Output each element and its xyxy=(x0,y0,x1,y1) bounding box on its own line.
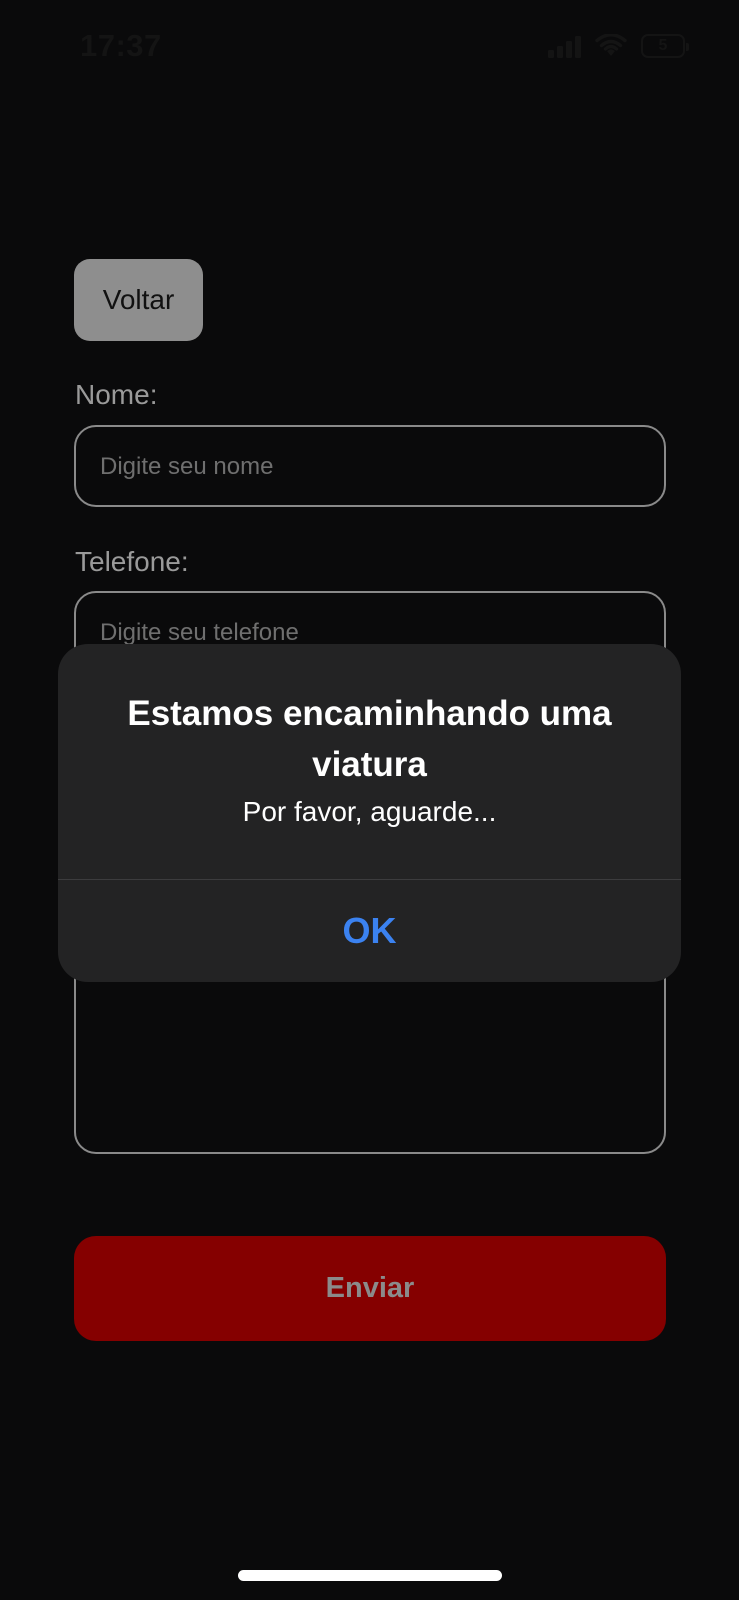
wifi-icon xyxy=(595,34,627,56)
home-indicator[interactable] xyxy=(238,1570,502,1581)
alert-ok-button[interactable]: OK xyxy=(58,880,681,982)
status-time: 17:37 xyxy=(80,28,162,63)
submit-button[interactable]: Enviar xyxy=(74,1236,666,1341)
alert-dialog: Estamos encaminhando uma viatura Por fav… xyxy=(58,644,681,982)
name-input[interactable]: Digite seu nome xyxy=(74,425,666,507)
name-input-placeholder: Digite seu nome xyxy=(100,453,274,480)
name-label: Nome: xyxy=(75,379,158,410)
battery-icon: 5 xyxy=(641,34,689,58)
alert-title: Estamos encaminhando uma viatura xyxy=(127,694,612,784)
status-bar: 17:37 5 xyxy=(0,0,739,100)
battery-level: 5 xyxy=(658,37,668,54)
status-icons: 5 xyxy=(548,34,689,58)
phone-input-placeholder: Digite seu telefone xyxy=(100,619,299,646)
cellular-signal-icon xyxy=(548,34,581,58)
phone-label: Telefone: xyxy=(75,546,189,577)
alert-message: Por favor, aguarde... xyxy=(242,796,497,827)
screen: 17:37 5 Voltar Nome: Digite seu nome Tel… xyxy=(0,0,739,1600)
back-button[interactable]: Voltar xyxy=(74,259,203,341)
